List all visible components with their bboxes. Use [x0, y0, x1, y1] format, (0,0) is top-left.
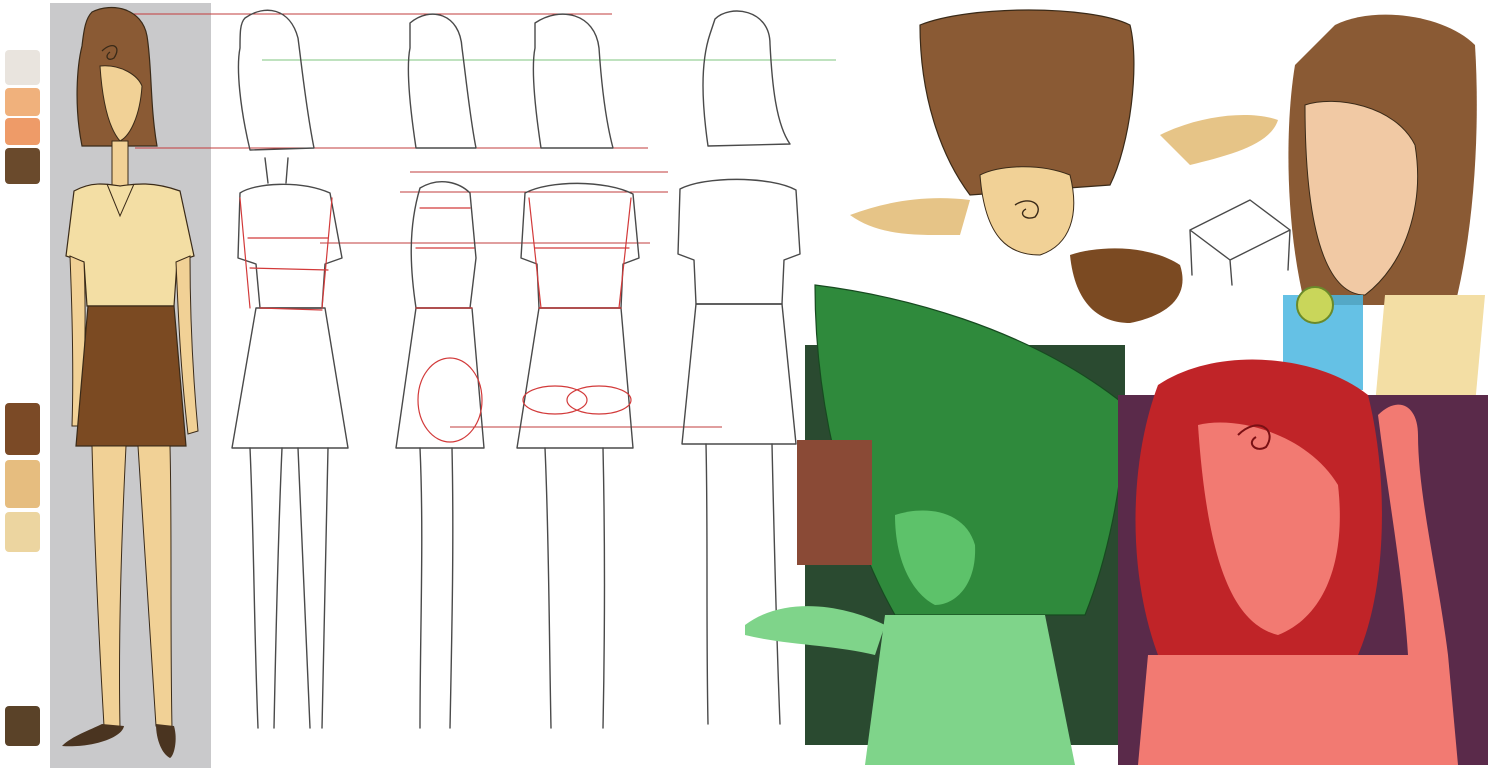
study-red-variant [1118, 359, 1488, 765]
lime-slice [1296, 286, 1334, 324]
sketch-front-view [231, 9, 349, 729]
colored-character-front [62, 6, 199, 758]
sketch-three-quarter-back [516, 13, 640, 729]
character-shoe-left [62, 724, 124, 747]
sketch-side-view [395, 13, 485, 729]
study-green-variant [745, 284, 1126, 765]
study-face-drink [1283, 14, 1485, 405]
character-skirt [75, 305, 187, 447]
character-shoe-right [156, 724, 176, 758]
